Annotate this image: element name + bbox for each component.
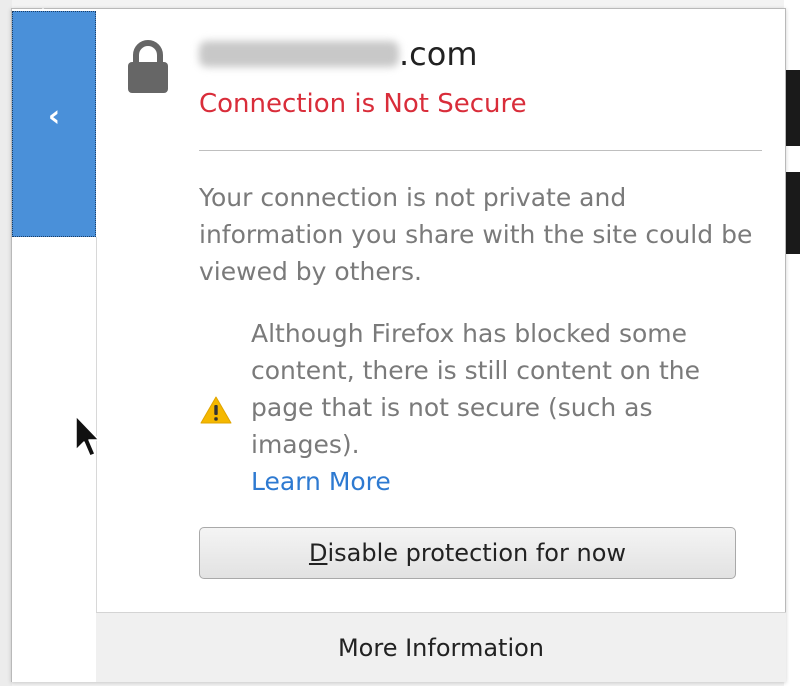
lock-icon [128,40,168,93]
hostname-suffix: .com [399,35,478,73]
connection-status-title: Connection is Not Secure [199,89,527,119]
disable-protection-button[interactable]: Disable protection for now [199,527,736,579]
page-dark-block [784,172,800,254]
connection-description: Your connection is not private and infor… [199,183,753,286]
mixed-content-text: Although Firefox has blocked some conten… [251,319,700,459]
site-identity-popup: ‹ .com Connection is Not Secure Your con… [11,8,786,682]
screen: ‹ .com Connection is Not Secure Your con… [0,0,800,686]
disable-button-label: isable protection for now [327,539,627,567]
back-button[interactable]: ‹ [12,11,96,237]
mouse-pointer-icon [75,415,100,457]
page-background-right [784,0,800,686]
disable-button-accesskey: D [308,539,328,567]
panel-left-area [12,237,96,682]
page-dark-block [784,70,800,146]
chevron-left-icon: ‹ [47,98,61,134]
learn-more-link[interactable]: Learn More [251,463,391,500]
more-information-button[interactable]: More Information [96,612,786,682]
warning-icon [200,396,232,424]
separator [199,150,762,151]
mixed-content-message: Although Firefox has blocked some conten… [251,315,761,500]
redacted-hostname [199,41,399,67]
more-information-label: More Information [337,633,545,662]
